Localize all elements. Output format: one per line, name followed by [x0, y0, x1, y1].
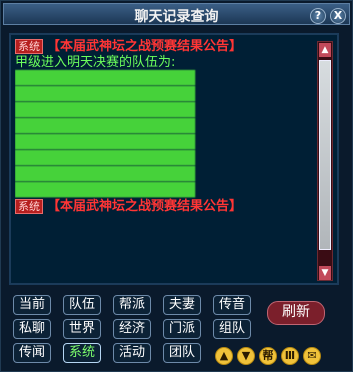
message-line-10: 系统 【本届武神坛之战预赛结果公告】 — [15, 199, 315, 215]
close-button[interactable]: X — [330, 8, 346, 24]
mail-icon[interactable]: ✉ — [303, 347, 321, 365]
channel-guild-button[interactable]: 帮派 — [113, 295, 151, 315]
scroll-up-button[interactable]: ▲ — [319, 43, 331, 57]
gang-icon[interactable]: 帮 — [259, 347, 277, 365]
scroll-thumb[interactable] — [319, 60, 331, 250]
vertical-scrollbar[interactable]: ▲ ▼ — [317, 41, 333, 281]
title-bar: 聊天记录查询 ? X — [3, 3, 350, 25]
message-line-6: ██████████████████ — [15, 135, 195, 150]
channel-group-button[interactable]: 组队 — [213, 319, 251, 339]
message-line-1: 甲级进入明天决赛的队伍为: — [15, 55, 176, 70]
refresh-button[interactable]: 刷新 — [267, 301, 325, 325]
system-tag: 系统 — [15, 199, 43, 214]
channel-raid-button[interactable]: 团队 — [163, 343, 201, 363]
message-line-3: ██████████████████ — [15, 87, 195, 102]
message-line-2: ██████████████████ — [15, 71, 195, 86]
channel-sect-button[interactable]: 门派 — [163, 319, 201, 339]
channel-current-button[interactable]: 当前 — [13, 295, 51, 315]
channel-event-button[interactable]: 活动 — [113, 343, 151, 363]
message-line-7: ██████████████████ — [15, 151, 195, 166]
channel-whisper-button[interactable]: 传音 — [213, 295, 251, 315]
chat-log-text-area: 系统 【本届武神坛之战预赛结果公告】 甲级进入明天决赛的队伍为: ████████… — [15, 39, 315, 283]
scroll-down-button[interactable]: ▼ — [319, 266, 331, 280]
message-line-5: ██████████████████ — [15, 119, 195, 134]
message-line-8: ██████████████████ — [15, 167, 195, 182]
channel-team-button[interactable]: 队伍 — [63, 295, 101, 315]
message-text: 【本届武神坛之战预赛结果公告】 — [47, 39, 243, 54]
bars-icon[interactable]: Ⅲ — [281, 347, 299, 365]
channel-economy-button[interactable]: 经济 — [113, 319, 151, 339]
message-line-9: ██████████████████ — [15, 183, 195, 198]
system-tag: 系统 — [15, 39, 43, 54]
down-icon[interactable]: ▼ — [237, 347, 255, 365]
window-title: 聊天记录查询 — [134, 9, 219, 25]
message-line-0: 系统 【本届武神坛之战预赛结果公告】 — [15, 39, 315, 55]
message-line-4: ██████████████████ — [15, 103, 195, 118]
channel-private-button[interactable]: 私聊 — [13, 319, 51, 339]
chat-log-window: 聊天记录查询 ? X 系统 【本届武神坛之战预赛结果公告】 甲级进入明天决赛的队伍… — [0, 0, 353, 372]
chat-log-content: 系统 【本届武神坛之战预赛结果公告】 甲级进入明天决赛的队伍为: ████████… — [9, 33, 339, 285]
channel-system-button[interactable]: 系统 — [63, 343, 101, 363]
channel-world-button[interactable]: 世界 — [63, 319, 101, 339]
help-button[interactable]: ? — [310, 8, 326, 24]
message-text: 【本届武神坛之战预赛结果公告】 — [47, 199, 243, 214]
channel-rumor-button[interactable]: 传闻 — [13, 343, 51, 363]
up-icon[interactable]: ▲ — [215, 347, 233, 365]
channel-spouse-button[interactable]: 夫妻 — [163, 295, 201, 315]
